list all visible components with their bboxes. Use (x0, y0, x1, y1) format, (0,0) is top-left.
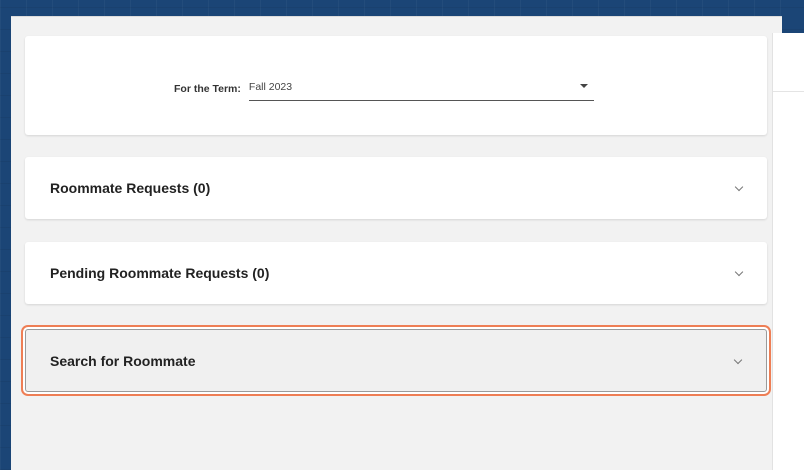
accordion-title: Search for Roommate (50, 352, 196, 369)
accordion-roommate-requests[interactable]: Roommate Requests (0) (25, 157, 767, 219)
accordion-title: Roommate Requests (0) (50, 180, 211, 196)
term-selector-card: For the Term: Fall 2023 (25, 36, 767, 135)
accordion-search-for-roommate[interactable]: Search for Roommate (25, 329, 767, 392)
term-selected-value: Fall 2023 (248, 80, 293, 93)
right-side-card (772, 33, 804, 470)
accordion-title: Pending Roommate Requests (0) (50, 265, 270, 281)
term-label: For the Term: (174, 83, 241, 95)
right-card-divider (773, 91, 804, 92)
chevron-down-icon (734, 182, 744, 192)
term-dropdown[interactable]: Fall 2023 (248, 77, 594, 101)
chevron-down-icon (733, 355, 743, 365)
chevron-down-icon (734, 267, 744, 277)
accordion-pending-roommate-requests[interactable]: Pending Roommate Requests (0) (25, 242, 767, 304)
caret-down-icon (579, 84, 588, 88)
term-row: For the Term: Fall 2023 (174, 77, 594, 101)
